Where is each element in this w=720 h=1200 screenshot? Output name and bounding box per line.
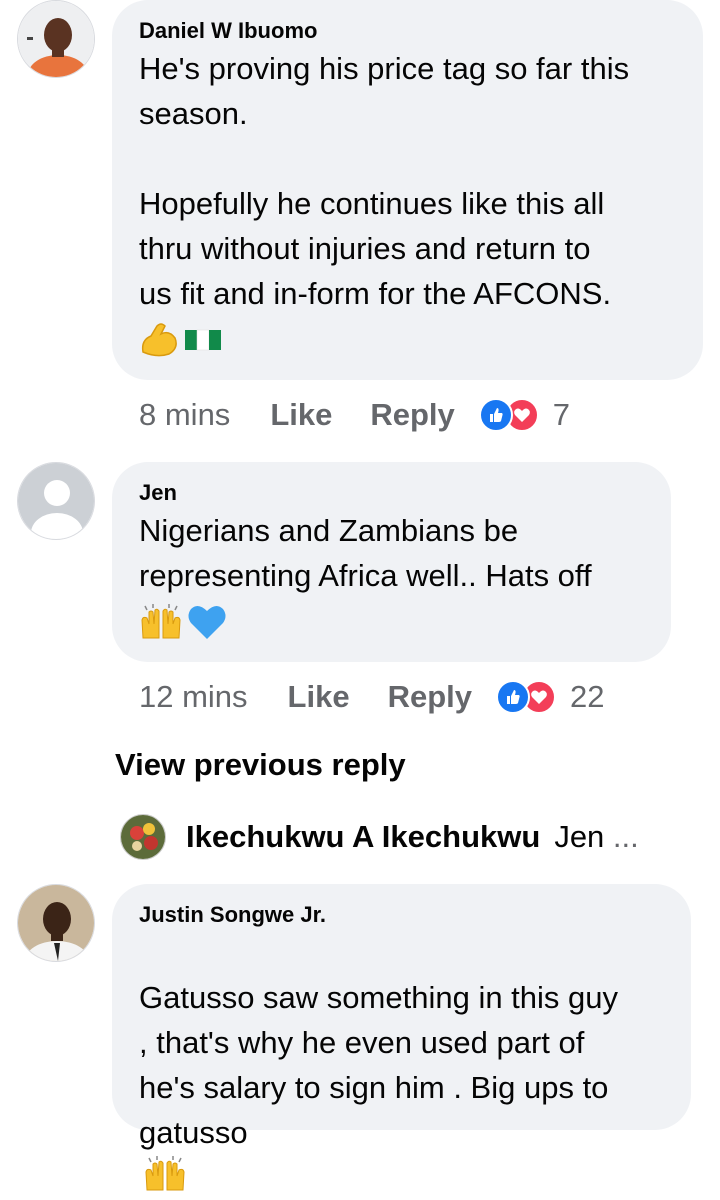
comment-author[interactable]: Justin Songwe Jr. xyxy=(139,902,665,928)
thumbs-up-icon xyxy=(496,680,530,714)
blue-heart-icon xyxy=(188,605,226,639)
comment-actions: 8 mins Like Reply 7 xyxy=(139,395,570,435)
avatar-photo-ikechukwu xyxy=(121,815,165,859)
reaction-summary[interactable] xyxy=(478,398,539,432)
reaction-summary[interactable] xyxy=(496,680,556,714)
avatar xyxy=(120,814,166,860)
avatar-photo-justin xyxy=(18,885,94,961)
reply-snippet: Jen ... xyxy=(554,819,638,855)
thumbs-up-icon xyxy=(478,398,513,432)
nigeria-flag-icon xyxy=(185,329,221,351)
reply-button[interactable]: Reply xyxy=(388,679,472,715)
reaction-count[interactable]: 22 xyxy=(570,679,604,715)
comment-text: Nigerians and Zambians be representing A… xyxy=(139,513,592,593)
avatar-photo-daniel xyxy=(18,1,94,77)
comment-text: He's proving his price tag so far this s… xyxy=(139,51,630,311)
comment-emojis xyxy=(139,602,645,642)
raising-hands-icon xyxy=(145,1156,185,1191)
reply-button[interactable]: Reply xyxy=(370,397,454,433)
comment-bubble: Daniel W Ibuomo He's proving his price t… xyxy=(112,0,703,380)
like-button[interactable]: Like xyxy=(288,679,350,715)
comment-text-body: Gatusso saw something in this guy , that… xyxy=(139,980,619,1150)
comment-timestamp: 8 mins xyxy=(139,397,231,432)
comment-author[interactable]: Jen xyxy=(139,480,645,506)
comment-actions: 12 mins Like Reply 22 xyxy=(139,677,604,717)
comment-author[interactable]: Daniel W Ibuomo xyxy=(139,18,677,44)
reply-preview[interactable]: Ikechukwu A Ikechukwu Jen ... xyxy=(120,814,639,860)
raising-hands-icon xyxy=(141,604,181,639)
like-button[interactable]: Like xyxy=(270,397,332,433)
avatar[interactable] xyxy=(17,0,95,78)
comment-bubble: Justin Songwe Jr. Gatusso saw something … xyxy=(112,884,691,1191)
comment-timestamp: 12 mins xyxy=(139,679,248,714)
avatar[interactable] xyxy=(17,462,95,540)
reaction-count[interactable]: 7 xyxy=(553,397,570,433)
comment-text: Gatusso saw something in this guy , that… xyxy=(139,930,665,1200)
flexed-biceps-icon xyxy=(141,323,177,357)
avatar[interactable] xyxy=(17,884,95,962)
comment-emojis xyxy=(139,320,677,360)
view-previous-reply-link[interactable]: View previous reply xyxy=(115,745,406,785)
reply-author: Ikechukwu A Ikechukwu xyxy=(186,819,541,854)
reply-ellipsis: ... xyxy=(612,819,639,854)
default-avatar-icon xyxy=(18,463,94,539)
reply-snippet-text: Jen xyxy=(554,819,605,854)
comment-bubble: Jen Nigerians and Zambians be representi… xyxy=(112,462,671,662)
